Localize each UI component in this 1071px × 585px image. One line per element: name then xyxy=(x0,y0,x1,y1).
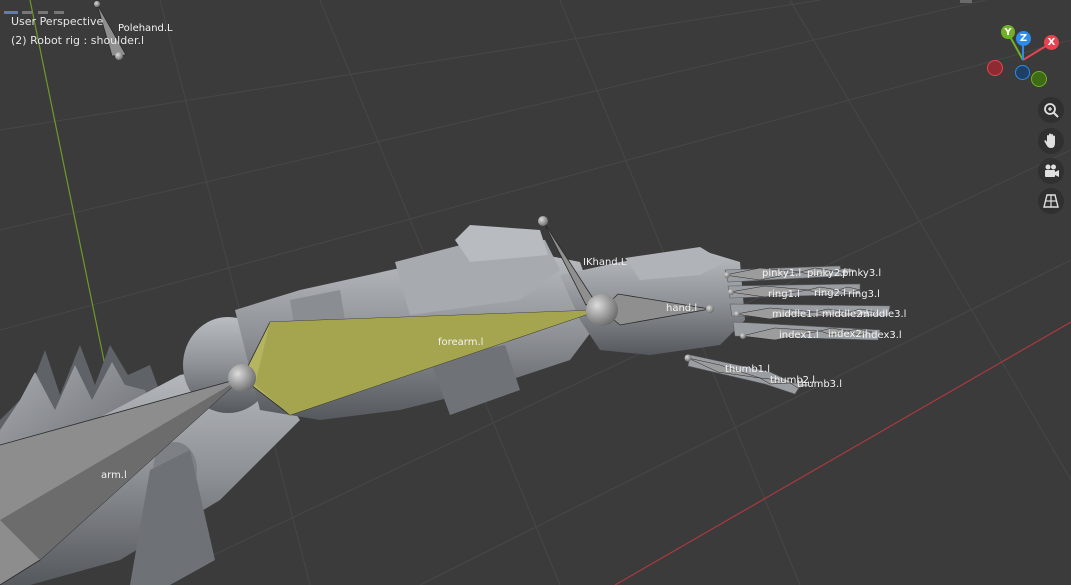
zoom-icon xyxy=(1044,103,1059,118)
label-middle1: middle1.l xyxy=(772,309,818,320)
label-thumb1: thumb1.l xyxy=(725,364,770,375)
label-thumb3: thumb3.l xyxy=(797,379,842,390)
3d-viewport[interactable]: Polehand.L IKhand.L hand.l forearm.l arm… xyxy=(0,0,1071,585)
gizmo-y-negative[interactable] xyxy=(1031,71,1047,87)
gizmo-x-negative[interactable] xyxy=(987,60,1003,76)
zoom-button[interactable] xyxy=(1038,97,1064,123)
camera-icon xyxy=(1045,164,1059,177)
header-toolbar-strip[interactable] xyxy=(0,0,80,14)
viewport-scene[interactable]: Polehand.L IKhand.L hand.l forearm.l arm… xyxy=(0,0,1071,585)
grid-ortho-icon xyxy=(1043,194,1059,208)
label-hand: hand.l xyxy=(666,303,697,314)
joint-hand-tail[interactable] xyxy=(706,305,714,313)
label-ring1: ring1.l xyxy=(768,289,800,300)
label-polehand: Polehand.L xyxy=(118,23,173,34)
label-forearm: forearm.l xyxy=(438,337,483,348)
label-pinky3: pinky3.l xyxy=(842,268,881,279)
header-right-strip xyxy=(960,0,972,3)
navigation-gizmo[interactable]: X Y Z xyxy=(985,25,1065,95)
joint-polehand-tail[interactable] xyxy=(115,52,123,60)
gizmo-y-positive[interactable]: Y xyxy=(1001,25,1015,39)
label-ring2: ring2.l xyxy=(814,288,846,299)
gizmo-z-positive[interactable]: Z xyxy=(1016,31,1031,46)
gizmo-x-label: X xyxy=(1047,37,1056,48)
label-pinky1: pinky1.l xyxy=(762,268,801,279)
gizmo-z-negative[interactable] xyxy=(1015,65,1030,80)
label-ikhand: IKhand.L xyxy=(583,257,627,268)
label-pinky2: pinky2.l xyxy=(807,268,846,279)
label-index3: index3.l xyxy=(862,330,902,341)
label-arm: arm.l xyxy=(101,470,127,481)
pan-button[interactable] xyxy=(1038,128,1064,154)
label-index1: index1.l xyxy=(779,330,819,341)
camera-view-button[interactable] xyxy=(1038,158,1064,184)
view-name-label: User Perspective xyxy=(11,15,104,28)
active-object-label: (2) Robot rig : shoulder.l xyxy=(11,34,145,47)
joint-ikhand-head[interactable] xyxy=(538,216,548,226)
joint-wrist[interactable] xyxy=(586,294,618,326)
joint-elbow[interactable] xyxy=(228,364,256,392)
label-ring3: ring3.l xyxy=(848,289,880,300)
gizmo-x-positive[interactable]: X xyxy=(1044,35,1059,50)
label-middle3: middle3.l xyxy=(860,309,906,320)
joint-polehand-head[interactable] xyxy=(94,1,100,7)
gizmo-z-label: Z xyxy=(1019,33,1028,44)
ortho-perspective-toggle[interactable] xyxy=(1038,188,1064,214)
gizmo-y-label: Y xyxy=(1004,26,1012,38)
hand-pan-icon xyxy=(1044,133,1055,148)
